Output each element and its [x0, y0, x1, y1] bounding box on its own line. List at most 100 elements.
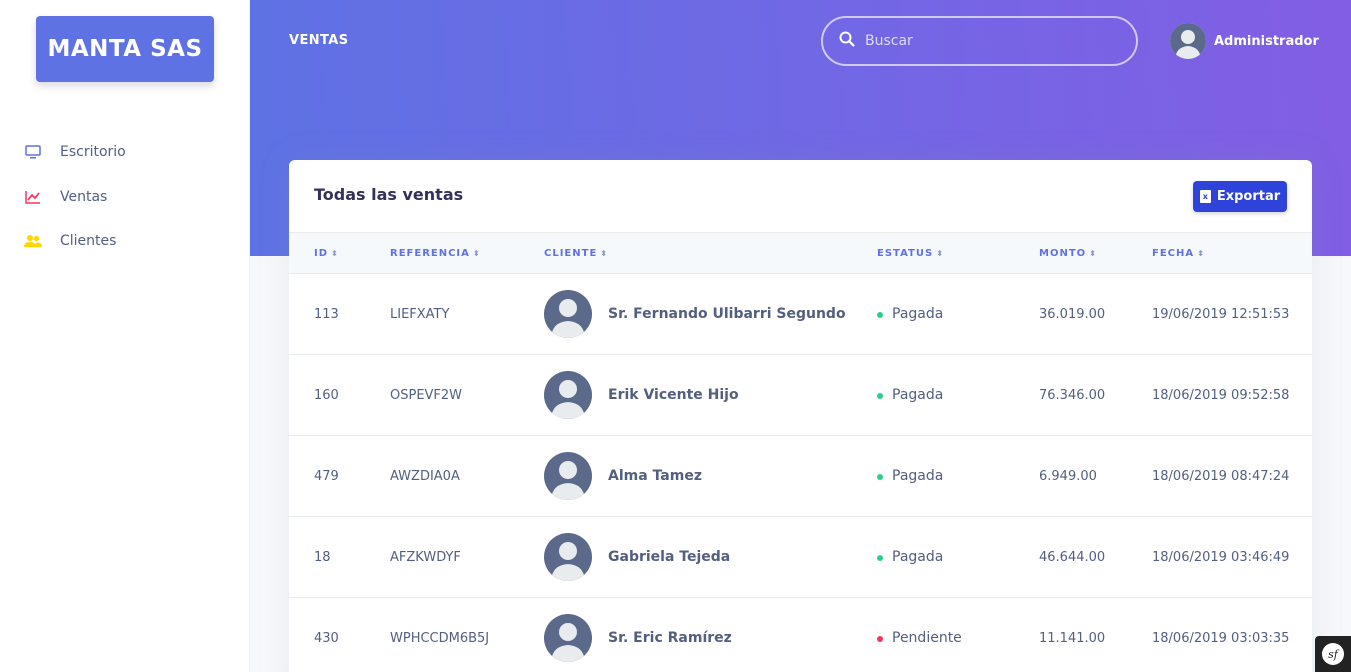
client-name: Sr. Fernando Ulibarri Segundo [608, 306, 846, 322]
user-menu[interactable]: Administrador [1170, 23, 1319, 59]
chart-line-icon [24, 189, 42, 205]
table-row[interactable]: 479 AWZDIA0A Alma Tamez Pagada 6.949.00 … [289, 436, 1312, 517]
excel-icon: x [1199, 190, 1211, 203]
column-label: MONTO [1039, 247, 1087, 259]
column-label: ID [314, 247, 329, 259]
column-label: CLIENTE [544, 247, 598, 259]
cell-date: 18/06/2019 03:03:35 [1152, 630, 1290, 646]
cell-id: 479 [314, 468, 339, 484]
export-label: Exportar [1216, 189, 1281, 204]
status-dot [877, 554, 883, 561]
cell-amount: 76.346.00 [1039, 387, 1106, 403]
cell-id: 160 [314, 387, 339, 403]
status-dot [877, 473, 883, 480]
cell-ref: LIEFXATY [390, 306, 450, 322]
table-row[interactable]: 160 OSPEVF2W Erik Vicente Hijo Pagada 76… [289, 355, 1312, 436]
cell-client: Alma Tamez [544, 436, 877, 517]
search-input[interactable] [865, 33, 1105, 49]
column-header-estatus[interactable]: ESTATUS ⬍ [877, 232, 1039, 274]
avatar [1170, 23, 1206, 59]
sort-icon: ⬍ [472, 248, 481, 258]
sidebar-item-escritorio[interactable]: Escritorio [0, 130, 250, 175]
cell-status: Pagada [877, 436, 1039, 517]
cell-ref: AFZKWDYF [390, 549, 461, 565]
column-header-id[interactable]: ID ⬍ [289, 232, 390, 274]
sort-icon: ⬍ [331, 248, 339, 258]
page-title[interactable]: VENTAS [289, 33, 349, 48]
cell-client: Sr. Fernando Ulibarri Segundo [544, 274, 877, 355]
status-label: Pagada [892, 468, 944, 484]
column-label: REFERENCIA [390, 247, 470, 259]
cell-id: 18 [314, 549, 331, 565]
status-dot [877, 392, 883, 399]
sidebar-item-label: Escritorio [60, 144, 126, 161]
cell-amount: 11.141.00 [1039, 630, 1106, 646]
sort-icon: ⬍ [936, 248, 944, 258]
cell-status: Pendiente [877, 598, 1039, 672]
cell-client: Sr. Eric Ramírez [544, 598, 877, 672]
sales-card: Todas las ventas x Exportar ID ⬍ REFERENC… [289, 160, 1312, 672]
search-box[interactable] [821, 16, 1138, 66]
card-title: Todas las ventas [314, 185, 464, 204]
status-label: Pagada [892, 306, 944, 322]
export-button[interactable]: x Exportar [1193, 181, 1287, 212]
sidebar-item-label: Clientes [60, 233, 117, 250]
cell-amount: 46.644.00 [1039, 549, 1106, 565]
user-name: Administrador [1214, 33, 1319, 49]
status-label: Pendiente [892, 630, 962, 646]
cell-ref: AWZDIA0A [390, 468, 460, 484]
cell-id: 113 [314, 306, 339, 322]
status-dot [877, 311, 883, 318]
sort-icon: ⬍ [1197, 248, 1205, 258]
column-header-fecha[interactable]: FECHA ⬍ [1152, 232, 1312, 274]
cell-client: Erik Vicente Hijo [544, 355, 877, 436]
brand-logo[interactable]: MANTA SAS [36, 16, 214, 82]
sidebar-item-clientes[interactable]: Clientes [0, 219, 250, 264]
cell-amount: 6.949.00 [1039, 468, 1097, 484]
avatar [544, 290, 592, 338]
sidebar-item-label: Ventas [60, 188, 108, 205]
table-row[interactable]: 18 AFZKWDYF Gabriela Tejeda Pagada 46.64… [289, 517, 1312, 598]
column-label: ESTATUS [877, 247, 934, 259]
sidebar: MANTA SAS Escritorio Ventas Clientes [0, 0, 250, 672]
status-label: Pagada [892, 549, 944, 565]
sort-icon: ⬍ [600, 248, 608, 258]
avatar [544, 371, 592, 419]
sort-icon: ⬍ [1089, 248, 1097, 258]
avatar [544, 452, 592, 500]
status-dot [877, 635, 883, 642]
cell-ref: WPHCCDM6B5J [390, 630, 490, 646]
symfony-icon[interactable]: sf [1315, 636, 1351, 672]
cell-status: Pagada [877, 274, 1039, 355]
column-label: FECHA [1152, 247, 1195, 259]
client-name: Gabriela Tejeda [608, 549, 731, 565]
cell-amount: 36.019.00 [1039, 306, 1106, 322]
status-label: Pagada [892, 387, 944, 403]
cell-id: 430 [314, 630, 339, 646]
column-header-cliente[interactable]: CLIENTE ⬍ [544, 232, 877, 274]
cell-date: 18/06/2019 09:52:58 [1152, 387, 1290, 403]
table-row[interactable]: 113 LIEFXATY Sr. Fernando Ulibarri Segun… [289, 274, 1312, 355]
table-row[interactable]: 430 WPHCCDM6B5J Sr. Eric Ramírez Pendien… [289, 598, 1312, 672]
client-name: Alma Tamez [608, 468, 702, 484]
sidebar-nav: Escritorio Ventas Clientes [0, 130, 250, 264]
cell-status: Pagada [877, 355, 1039, 436]
column-header-referencia[interactable]: REFERENCIA ⬍ [390, 232, 544, 274]
client-name: Erik Vicente Hijo [608, 387, 739, 403]
cell-date: 18/06/2019 03:46:49 [1152, 549, 1290, 565]
users-icon [24, 233, 42, 249]
table-header-row: ID ⬍ REFERENCIA ⬍ CLIENTE ⬍ ESTATUS ⬍ MONTO ⬍… [289, 232, 1312, 274]
sidebar-item-ventas[interactable]: Ventas [0, 175, 250, 220]
cell-date: 18/06/2019 08:47:24 [1152, 468, 1290, 484]
column-header-monto[interactable]: MONTO ⬍ [1039, 232, 1152, 274]
avatar [544, 533, 592, 581]
monitor-icon [24, 144, 42, 160]
cell-client: Gabriela Tejeda [544, 517, 877, 598]
cell-status: Pagada [877, 517, 1039, 598]
search-icon [839, 31, 855, 51]
client-name: Sr. Eric Ramírez [608, 630, 732, 646]
cell-date: 19/06/2019 12:51:53 [1152, 306, 1290, 322]
sales-table: ID ⬍ REFERENCIA ⬍ CLIENTE ⬍ ESTATUS ⬍ MONTO ⬍… [289, 232, 1312, 672]
cell-ref: OSPEVF2W [390, 387, 463, 403]
avatar [544, 614, 592, 662]
